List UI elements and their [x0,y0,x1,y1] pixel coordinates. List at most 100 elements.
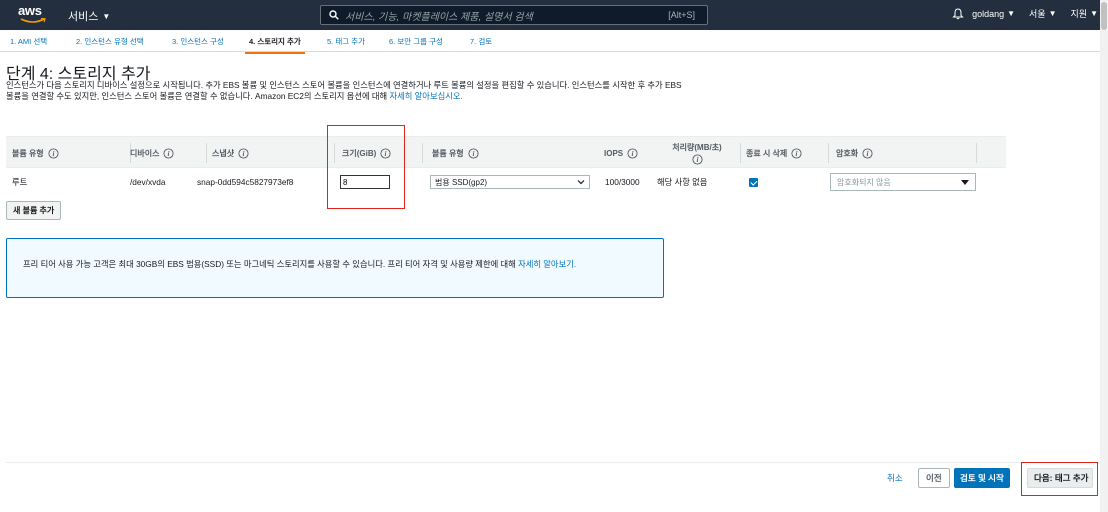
step-configure-security-group[interactable]: 6. 보안 그룹 구성 [389,36,443,47]
wizard-steps: 1. AMI 선택 2. 인스턴스 유형 선택 3. 인스턴스 구성 4. 스토… [0,30,1100,54]
cell-device: /dev/xvda [130,177,166,187]
header-snapshot-label: 스냅샷 [212,148,235,158]
page-scrollbar[interactable] [1100,0,1108,512]
header-throughput-label: 처리량(MB/초) [672,142,722,152]
step-review[interactable]: 7. 검토 [470,36,492,47]
encryption-select[interactable]: 암호화되지 않음 [830,173,976,191]
support-label: 지원 [1070,9,1088,19]
caret-down-icon [961,179,969,185]
footer-divider [6,462,1100,463]
cell-ebs-volume-type: 범용 SSD(gp2) [430,168,590,196]
step-choose-instance-type[interactable]: 2. 인스턴스 유형 선택 [76,36,144,47]
nav-right-group: goldang ▼ 서울 ▼ 지원 ▼ [952,7,1100,20]
scrollbar-thumb[interactable] [1101,2,1107,30]
free-tier-info-text: 프리 티어 사용 가능 고객은 최대 30GB의 EBS 범용(SSD) 또는 … [23,259,519,269]
search-icon [329,10,339,20]
description-text: 인스턴스가 다음 스토리지 디바이스 설정으로 시작됩니다. 추가 EBS 볼륨… [6,80,682,101]
storage-table-header: 볼륨 유형 i 디바이스 i 스냅샷 i 크기(GiB) i 볼륨 유형 i I… [6,136,1006,168]
header-size-label: 크기(GiB) [342,148,377,158]
user-name: goldang [972,8,1005,19]
cell-iops: 100/3000 [605,177,640,187]
bell-icon[interactable] [952,7,964,20]
cell-volume-type: 루트 [12,177,28,187]
header-encryption-label: 암호화 [836,148,859,158]
caret-down-icon: ▼ [1048,9,1057,18]
chevron-down-icon [577,180,585,185]
page-description: 인스턴스가 다음 스토리지 디바이스 설정으로 시작됩니다. 추가 EBS 볼륨… [6,80,686,102]
services-label: 서비스 [68,11,99,23]
learn-more-storage-link[interactable]: 자세히 알아보십시오. [389,91,462,101]
svg-text:i: i [632,150,634,158]
header-ebs-volume-type: 볼륨 유형 i [432,137,602,169]
header-encryption: 암호화 i [836,137,977,169]
info-icon[interactable]: i [468,147,479,159]
info-icon[interactable]: i [163,147,175,159]
step-add-tags[interactable]: 5. 태그 추가 [327,36,365,47]
header-ebs-volume-type-label: 볼륨 유형 [432,148,464,158]
table-row: 루트 /dev/xvda snap-0dd594c5827973ef8 범용 S… [6,168,1006,196]
volume-type-selected: 범용 SSD(gp2) [435,177,488,187]
delete-on-termination-checkbox[interactable] [749,177,758,187]
user-menu[interactable]: goldang ▼ [972,9,1015,19]
cell-throughput: 해당 사항 없음 [657,177,708,187]
svg-text:i: i [168,150,170,158]
header-size: 크기(GiB) i [342,137,423,169]
search-shortcut: [Alt+S] [668,10,695,20]
header-throughput: 처리량(MB/초) i [654,137,741,169]
ec2-launch-wizard: aws 서비스 ▼ 서비스, 기능, 마켓플레이스 제품, 설명서 검색 [Al… [0,0,1108,512]
free-tier-info-box: 프리 티어 사용 가능 고객은 최대 30GB의 EBS 범용(SSD) 또는 … [6,238,664,298]
info-icon[interactable]: i [48,147,59,159]
svg-text:i: i [52,150,54,158]
region-name: 서울 [1029,9,1046,19]
header-device-label: 디바이스 [130,148,160,158]
header-volume-type-label: 볼륨 유형 [12,148,44,158]
cell-delete-on-termination [749,168,758,196]
services-menu[interactable]: 서비스 ▼ [68,8,110,24]
caret-down-icon: ▼ [1090,9,1098,18]
next-add-tags-button[interactable]: 다음: 태그 추가 [1027,468,1093,488]
header-volume-type: 볼륨 유형 i [12,137,131,169]
svg-text:i: i [243,150,245,158]
info-icon[interactable]: i [627,147,638,159]
search-placeholder: 서비스, 기능, 마켓플레이스 제품, 설명서 검색 [345,11,533,23]
header-snapshot: 스냅샷 i [212,137,335,169]
info-icon[interactable]: i [862,147,873,159]
region-menu[interactable]: 서울 ▼ [1029,7,1056,20]
aws-logo-text: aws [18,3,42,18]
global-search[interactable]: 서비스, 기능, 마켓플레이스 제품, 설명서 검색 [Alt+S] [320,5,708,25]
cancel-button[interactable]: 취소 [887,472,903,484]
caret-down-icon: ▼ [1007,9,1016,18]
info-icon[interactable]: i [238,147,249,159]
add-new-volume-button[interactable]: 새 볼륨 추가 [6,201,62,220]
info-icon[interactable]: i [380,147,391,159]
svg-text:i: i [472,150,474,158]
free-tier-learn-more-link[interactable]: 자세히 알아보기. [518,259,576,269]
header-delete-on-termination-label: 종료 시 삭제 [746,148,788,158]
aws-smile-icon [20,18,46,23]
header-iops: IOPS i [604,137,650,169]
svg-text:i: i [867,150,869,158]
support-menu[interactable]: 지원 ▼ [1071,7,1098,20]
caret-down-icon: ▼ [102,11,111,21]
header-delete-on-termination: 종료 시 삭제 i [746,137,829,169]
svg-text:i: i [796,150,798,158]
info-icon[interactable]: i [791,147,802,159]
step-add-storage[interactable]: 4. 스토리지 추가 [245,36,305,54]
step-choose-ami[interactable]: 1. AMI 선택 [10,36,47,47]
info-icon[interactable]: i [691,153,703,165]
cell-size [340,168,390,196]
cell-encryption: 암호화되지 않음 [830,168,976,196]
size-input[interactable] [340,175,390,189]
previous-button[interactable]: 이전 [918,468,950,488]
aws-logo[interactable]: aws [18,4,50,26]
svg-text:i: i [385,150,387,158]
header-device: 디바이스 i [130,137,207,169]
encryption-selected: 암호화되지 않음 [837,177,891,187]
cell-snapshot: snap-0dd594c5827973ef8 [197,177,294,187]
review-and-launch-button[interactable]: 검토 및 시작 [954,468,1010,488]
volume-type-select[interactable]: 범용 SSD(gp2) [430,175,590,189]
top-navigation-bar: aws 서비스 ▼ 서비스, 기능, 마켓플레이스 제품, 설명서 검색 [Al… [0,0,1100,30]
svg-text:i: i [696,156,698,164]
step-configure-instance[interactable]: 3. 인스턴스 구성 [172,36,224,47]
header-iops-label: IOPS [604,148,624,158]
